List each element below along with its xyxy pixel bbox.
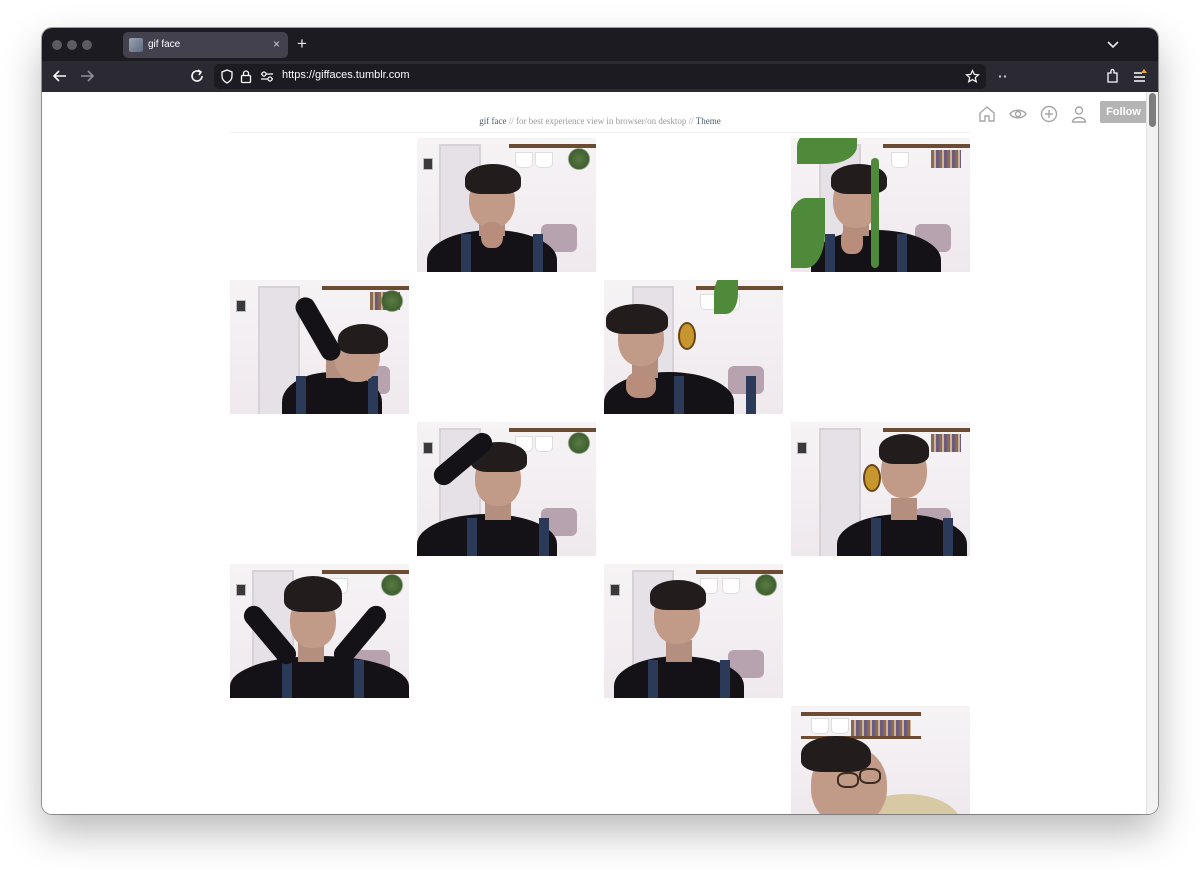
address-bar[interactable]: https://giffaces.tumblr.com: [214, 64, 986, 89]
application-menu-icon[interactable]: [1131, 67, 1149, 85]
tab-gif-face[interactable]: gif face ×: [123, 32, 288, 58]
navigation-toolbar: https://giffaces.tumblr.com: [42, 61, 1158, 92]
blog-title-link[interactable]: gif face: [479, 116, 506, 126]
blog-header: gif face // for best experience view in …: [230, 116, 970, 126]
minimize-window-button[interactable]: [67, 40, 77, 50]
header-divider: [230, 132, 970, 133]
tab-title: gif face: [148, 39, 181, 50]
title-bar: gif face × +: [42, 28, 1158, 61]
lock-icon[interactable]: [240, 69, 252, 84]
bookmark-star-icon[interactable]: [965, 69, 980, 84]
post-gif[interactable]: [791, 422, 970, 556]
home-icon[interactable]: [977, 104, 997, 124]
back-arrow-icon[interactable]: [51, 67, 69, 85]
scrollbar-thumb[interactable]: [1149, 93, 1156, 127]
post-gif[interactable]: [417, 138, 596, 272]
post-gif[interactable]: [230, 564, 409, 698]
scrollbar[interactable]: [1146, 92, 1158, 814]
tracking-protection-shield-icon[interactable]: [220, 69, 234, 84]
extension-overflow-icon[interactable]: [998, 74, 1008, 79]
extensions-puzzle-icon[interactable]: [1104, 67, 1122, 85]
post-gif[interactable]: [604, 564, 783, 698]
reload-icon[interactable]: [188, 67, 206, 85]
eye-icon[interactable]: [1008, 104, 1028, 124]
post-gif[interactable]: [230, 280, 409, 414]
account-person-icon[interactable]: [1069, 104, 1089, 124]
new-tab-button[interactable]: +: [297, 34, 307, 54]
page-content: gif face // for best experience view in …: [42, 92, 1147, 814]
blog-tagline: // for best experience view in browser/o…: [506, 116, 696, 126]
post-gif[interactable]: [791, 138, 970, 272]
post-gif[interactable]: [791, 706, 970, 814]
follow-button[interactable]: Follow: [1100, 101, 1147, 123]
post-gif[interactable]: [604, 280, 783, 414]
create-post-plus-icon[interactable]: [1039, 104, 1059, 124]
forward-arrow-icon[interactable]: [78, 67, 96, 85]
site-permissions-icon[interactable]: [260, 70, 274, 83]
list-all-tabs-chevron-down-icon[interactable]: [1106, 37, 1120, 51]
theme-link[interactable]: Theme: [696, 116, 721, 126]
url-text[interactable]: https://giffaces.tumblr.com: [282, 69, 410, 81]
close-window-button[interactable]: [52, 40, 62, 50]
tab-favicon-icon: [129, 38, 143, 52]
browser-window: gif face × + https://giffaces.tumblr.com…: [42, 28, 1158, 814]
zoom-window-button[interactable]: [82, 40, 92, 50]
post-gif[interactable]: [417, 422, 596, 556]
tab-close-icon[interactable]: ×: [273, 37, 280, 51]
